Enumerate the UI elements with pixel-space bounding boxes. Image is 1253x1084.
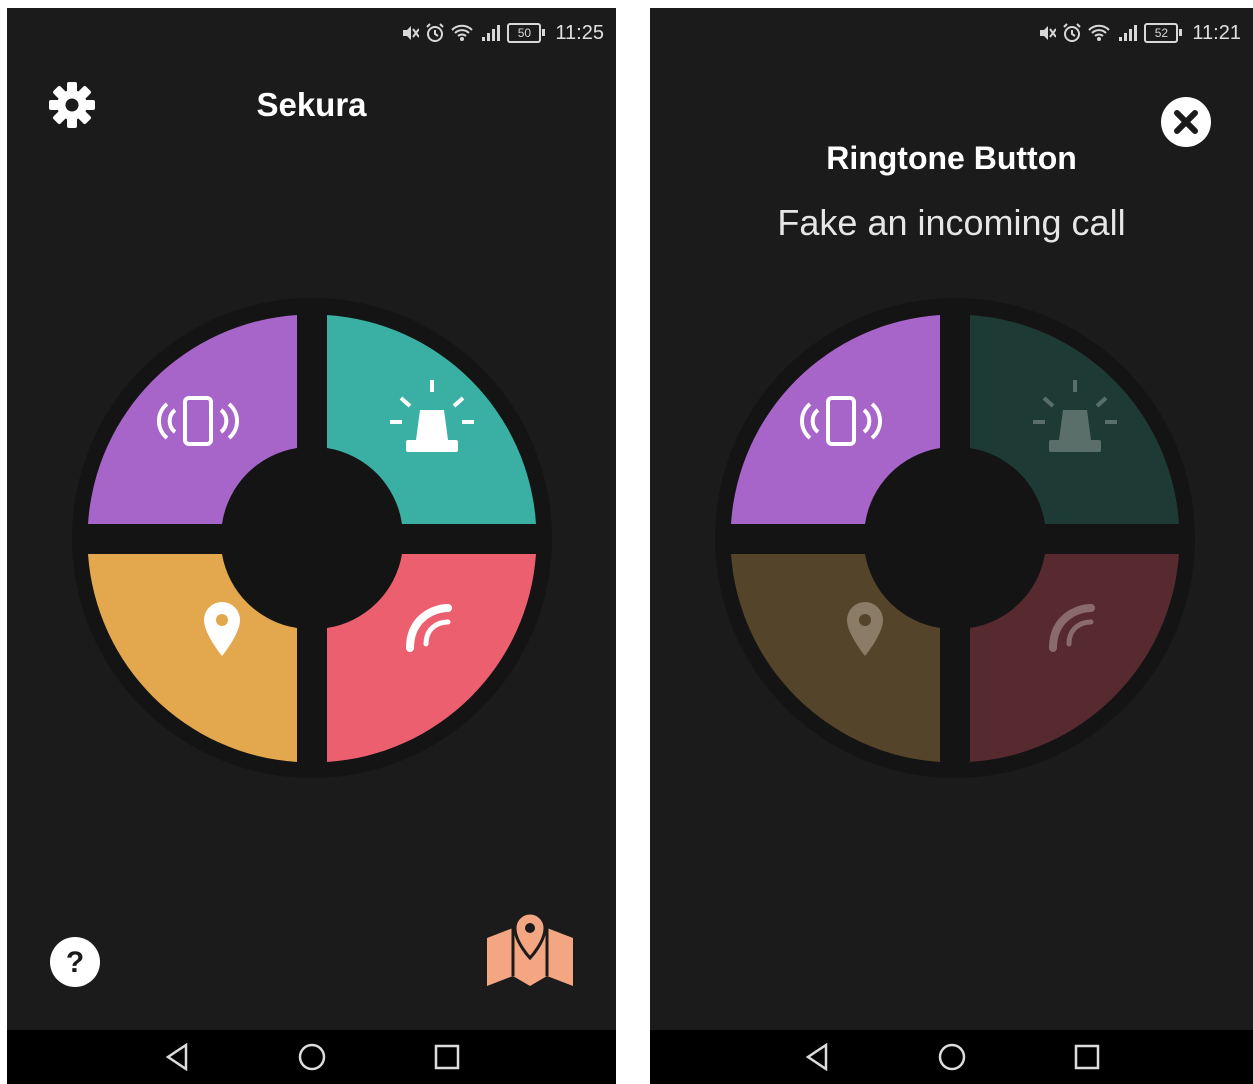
- wifi-icon: [451, 24, 474, 41]
- home-icon: [938, 1043, 965, 1071]
- alarm-clock-icon: [426, 23, 445, 42]
- recents-icon: [1074, 1044, 1099, 1070]
- back-icon: [165, 1043, 187, 1071]
- status-bar: 52 11:21: [1038, 18, 1241, 48]
- navigation-bar: [7, 1030, 616, 1084]
- alarm-clock-icon: [1063, 23, 1082, 42]
- back-button[interactable]: [749, 1030, 884, 1084]
- help-button[interactable]: ?: [49, 936, 101, 993]
- mute-icon: [403, 26, 420, 40]
- phone-screen-tutorial: 52 11:21 Ringtone Button Fake an incomin…: [650, 8, 1253, 1084]
- clock-time: 11:21: [1192, 21, 1241, 44]
- back-icon: [805, 1043, 827, 1071]
- clock-time: 11:25: [555, 21, 604, 44]
- question-icon: ?: [50, 937, 100, 987]
- home-button[interactable]: [244, 1030, 379, 1084]
- home-icon: [298, 1043, 325, 1071]
- status-bar: 50 11:25: [401, 18, 604, 48]
- navigation-bar: [650, 1030, 1253, 1084]
- app-title: Sekura: [256, 86, 367, 123]
- home-button[interactable]: [884, 1030, 1019, 1084]
- map-location-icon: [487, 911, 573, 986]
- battery-icon: 50: [507, 23, 546, 43]
- phone-screen-main: 50 11:25 Sekura ?: [7, 8, 616, 1084]
- wifi-icon: [1088, 24, 1111, 41]
- svg-text:?: ?: [66, 946, 84, 979]
- signal-icon: [1119, 25, 1138, 41]
- recents-button[interactable]: [1019, 1030, 1154, 1084]
- tutorial-title: Ringtone Button: [826, 140, 1077, 176]
- recents-icon: [434, 1044, 459, 1070]
- back-button[interactable]: [109, 1030, 244, 1084]
- battery-level: 52: [1154, 26, 1169, 40]
- battery-level: 50: [517, 26, 532, 40]
- safety-dial: [715, 298, 1195, 778]
- map-button[interactable]: [485, 908, 575, 993]
- signal-icon: [482, 25, 501, 41]
- battery-icon: 52: [1144, 23, 1183, 43]
- recents-button[interactable]: [379, 1030, 514, 1084]
- mute-icon: [1040, 26, 1057, 40]
- tutorial-subtitle: Fake an incoming call: [777, 202, 1126, 243]
- safety-dial: [72, 298, 552, 778]
